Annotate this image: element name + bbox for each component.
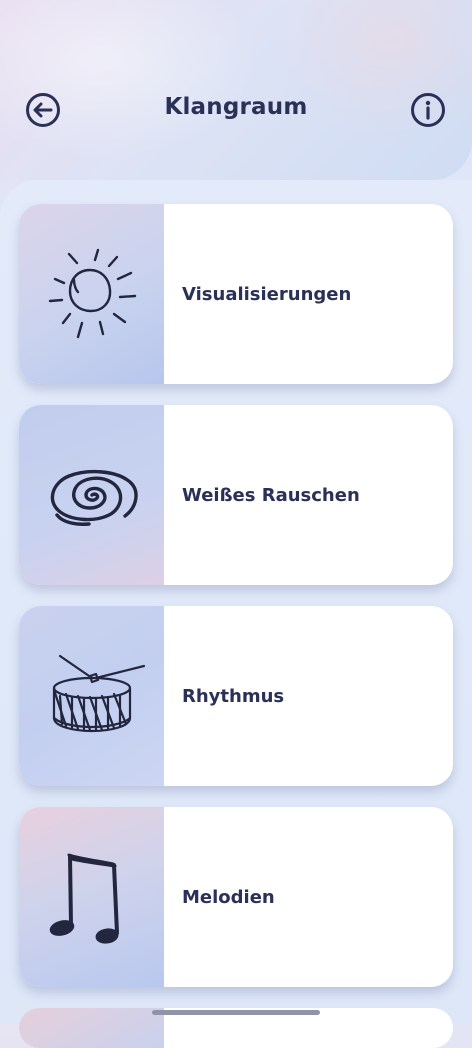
drum-icon — [52, 654, 145, 733]
card-thumbnail — [19, 606, 164, 786]
page-title: Klangraum — [164, 94, 308, 120]
card-rhythmus[interactable]: Rhythmus — [19, 606, 453, 786]
music-note-icon — [49, 853, 119, 944]
card-visualisierungen[interactable]: Visualisierungen — [19, 204, 453, 384]
info-button[interactable] — [410, 92, 446, 128]
home-indicator[interactable] — [152, 1010, 320, 1015]
card-weisses-rauschen[interactable]: Weißes Rauschen — [19, 405, 453, 585]
card-thumbnail — [19, 1008, 164, 1048]
card-thumbnail — [19, 405, 164, 585]
card-label: Rhythmus — [182, 685, 285, 707]
spiral-icon — [50, 469, 138, 526]
sun-icon — [48, 248, 136, 339]
card-label: Visualisierungen — [182, 283, 352, 305]
info-circle-icon — [411, 93, 445, 127]
card-thumbnail — [19, 204, 164, 384]
header: Klangraum — [0, 0, 472, 180]
card-label: Melodien — [182, 886, 275, 908]
card-melodien[interactable]: Melodien — [19, 807, 453, 987]
card-thumbnail — [19, 807, 164, 987]
card-label: Weißes Rauschen — [182, 484, 360, 506]
